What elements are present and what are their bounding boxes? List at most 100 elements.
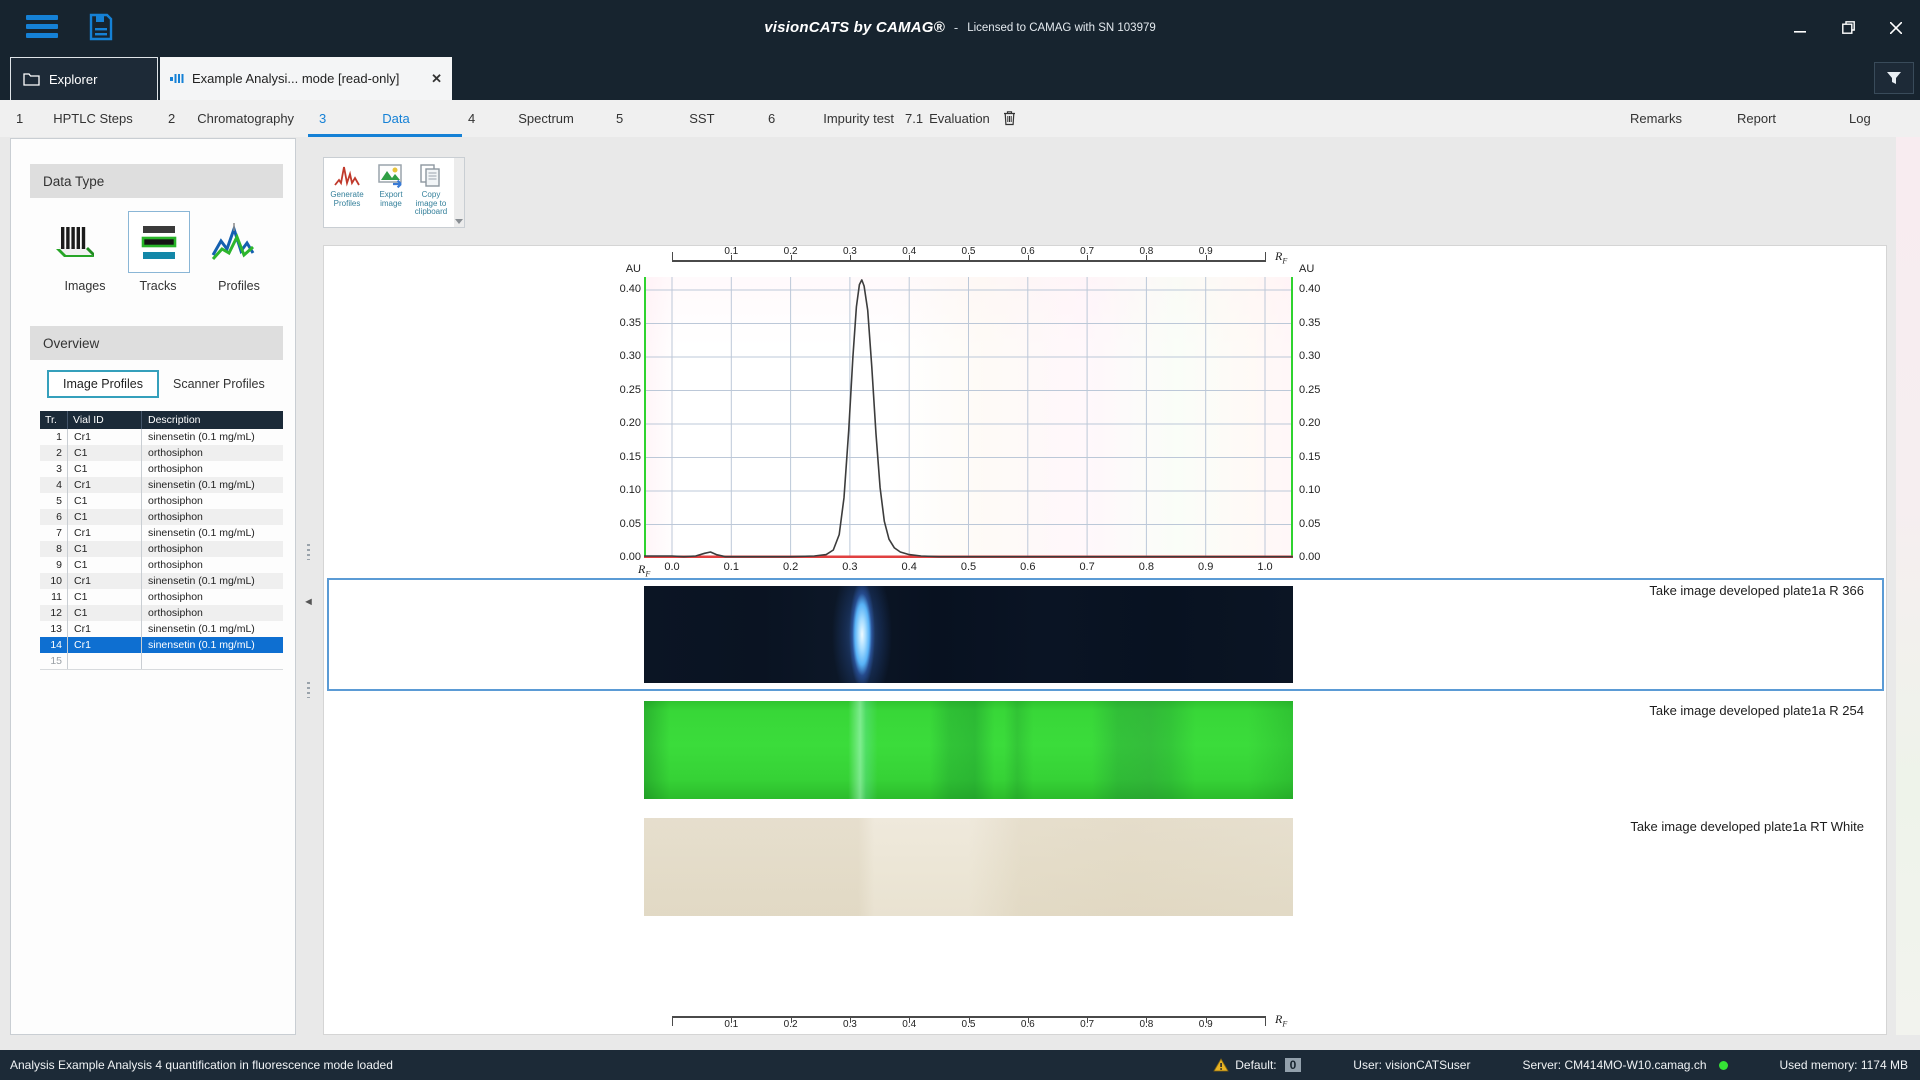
axis-tick-label: 0.00	[574, 551, 641, 563]
tab-explorer[interactable]: Explorer	[10, 57, 158, 100]
table-row[interactable]: 7Cr1sinensetin (0.1 mg/mL)	[40, 525, 283, 541]
ruler-tick-label: 0.1	[716, 246, 746, 257]
strip-label-r366: Take image developed plate1a R 366	[1649, 583, 1864, 598]
data-type-profiles-button[interactable]	[207, 215, 259, 267]
tab-scanner-profiles[interactable]: Scanner Profiles	[173, 372, 265, 396]
profile-plot[interactable]	[644, 277, 1293, 558]
filter-icon[interactable]	[1874, 62, 1914, 94]
titlebar: visionCATS by CAMAG® - Licensed to CAMAG…	[0, 0, 1920, 55]
tracks-icon	[137, 220, 181, 264]
table-row[interactable]: 8C1orthosiphon	[40, 541, 283, 557]
hamburger-menu-icon[interactable]	[26, 15, 58, 39]
generate-profiles-button[interactable]: Generate Profiles	[326, 163, 368, 225]
table-row[interactable]: 4Cr1sinensetin (0.1 mg/mL)	[40, 477, 283, 493]
axis-tick-label: 0.8	[1131, 561, 1161, 573]
data-type-images-button[interactable]	[49, 215, 101, 267]
axis-tick-label: 0.00	[1299, 551, 1359, 563]
status-message: Analysis Example Analysis 4 quantificati…	[10, 1050, 393, 1080]
track-table: Tr.Vial IDDescription1Cr1sinensetin (0.1…	[40, 411, 283, 670]
export-image-button[interactable]: Export image	[370, 163, 412, 225]
strip-image-r254[interactable]	[644, 701, 1293, 799]
step-data[interactable]: 3Data	[319, 100, 410, 137]
table-row[interactable]: 15	[40, 653, 283, 670]
axis-tick-label: 0.35	[1299, 317, 1359, 329]
status-memory: Used memory: 1174 MB	[1780, 1058, 1909, 1072]
step-log[interactable]: Log	[1849, 100, 1871, 137]
axis-tick-label: 1.0	[1250, 561, 1280, 573]
table-row[interactable]: 3C1orthosiphon	[40, 461, 283, 477]
tracks-label: Tracks	[118, 279, 198, 293]
strip-image-r366[interactable]	[644, 586, 1293, 683]
table-row[interactable]: 2C1orthosiphon	[40, 445, 283, 461]
axis-tick-label: 0.6	[1013, 561, 1043, 573]
app-title: visionCATS by CAMAG® - Licensed to CAMAG…	[764, 0, 1156, 55]
table-row[interactable]: 5C1orthosiphon	[40, 493, 283, 509]
axis-tick-label: 0.0	[657, 561, 687, 573]
table-header: Tr.Vial IDDescription	[40, 411, 283, 429]
y-axis-unit-label: AU	[574, 263, 641, 275]
rf-ruler-top: 0.10.20.30.40.50.60.70.80.9RF	[672, 247, 1297, 271]
axis-tick-label: 0.7	[1072, 561, 1102, 573]
data-type-tracks-button[interactable]	[128, 211, 190, 273]
axis-tick-label: 0.4	[894, 561, 924, 573]
copy-icon	[417, 163, 445, 189]
trash-icon[interactable]	[1003, 110, 1016, 129]
step-report[interactable]: Report	[1737, 100, 1776, 137]
step-impurity-test[interactable]: 6Impurity test	[768, 100, 894, 137]
table-row[interactable]: 13Cr1sinensetin (0.1 mg/mL)	[40, 621, 283, 637]
step-spectrum[interactable]: 4Spectrum	[468, 100, 574, 137]
ruler-tick-label: 0.6	[1013, 1019, 1043, 1030]
splitter-grip[interactable]	[307, 682, 310, 698]
y-axis-unit-label: AU	[1299, 263, 1359, 275]
copy-image-button[interactable]: Copy image to clipboard	[410, 163, 452, 225]
step-chromatography[interactable]: 2Chromatography	[168, 100, 294, 137]
save-icon[interactable]	[88, 13, 114, 46]
step-hptlc-steps[interactable]: 1HPTLC Steps	[16, 100, 133, 137]
step-remarks[interactable]: Remarks	[1630, 100, 1682, 137]
ruler-tick-label: 0.7	[1072, 1019, 1102, 1030]
axis-tick-label: 0.30	[1299, 350, 1359, 362]
splitter-grip[interactable]	[307, 544, 310, 560]
axis-tick-label: 0.1	[716, 561, 746, 573]
table-row[interactable]: 11C1orthosiphon	[40, 589, 283, 605]
tab-document[interactable]: Example Analysi... mode [read-only] ✕	[160, 57, 452, 100]
default-count-badge: 0	[1285, 1058, 1302, 1072]
analysis-icon	[170, 73, 184, 84]
ruler-tick-label: 0.2	[776, 246, 806, 257]
collapse-panel-icon[interactable]: ◄	[303, 595, 315, 609]
profile-peaks-icon	[333, 163, 361, 189]
close-tab-icon[interactable]: ✕	[431, 71, 442, 87]
axis-tick-label: 0.25	[1299, 384, 1359, 396]
ruler-tick-label: 0.9	[1191, 1019, 1221, 1030]
tab-image-profiles[interactable]: Image Profiles	[47, 370, 159, 398]
table-row[interactable]: 6C1orthosiphon	[40, 509, 283, 525]
table-row[interactable]: 1Cr1sinensetin (0.1 mg/mL)	[40, 429, 283, 445]
step-bar: 1HPTLC Steps 2Chromatography 3Data 4Spec…	[0, 100, 1920, 137]
ruler-tick-label: 0.8	[1131, 246, 1161, 257]
right-edge-strip	[1896, 137, 1920, 1035]
sidebar: Data Type Images Tracks Profiles Overvie…	[10, 138, 296, 1035]
ruler-tick-label: 0.3	[835, 1019, 865, 1030]
axis-tick-label: 0.05	[574, 518, 641, 530]
step-sst[interactable]: 5SST	[616, 100, 715, 137]
table-row[interactable]: 10Cr1sinensetin (0.1 mg/mL)	[40, 573, 283, 589]
axis-tick-label: 0.40	[574, 283, 641, 295]
ruler-tick-label: 0.5	[954, 1019, 984, 1030]
ruler-tick-label: 0.3	[835, 246, 865, 257]
restore-button[interactable]	[1824, 0, 1872, 55]
table-row[interactable]: 14Cr1sinensetin (0.1 mg/mL)	[40, 637, 283, 653]
minimize-button[interactable]	[1776, 0, 1824, 55]
rf-ruler-bottom: 0.10.20.30.40.50.60.70.80.9RF	[672, 1003, 1297, 1027]
images-icon	[52, 219, 98, 263]
step-evaluation[interactable]: 7.1Evaluation	[905, 100, 990, 137]
warning-icon	[1213, 1058, 1229, 1072]
ruler-tick-label: 0.9	[1191, 246, 1221, 257]
table-row[interactable]: 12C1orthosiphon	[40, 605, 283, 621]
close-button[interactable]	[1872, 0, 1920, 55]
axis-tick-label: 0.5	[954, 561, 984, 573]
status-default-counter[interactable]: Default:0	[1213, 1058, 1301, 1072]
ruler-rf-label: RF	[1275, 1012, 1287, 1028]
strip-image-rt-white[interactable]	[644, 818, 1293, 916]
toolbar-scrollbar[interactable]	[454, 158, 464, 227]
table-row[interactable]: 9C1orthosiphon	[40, 557, 283, 573]
